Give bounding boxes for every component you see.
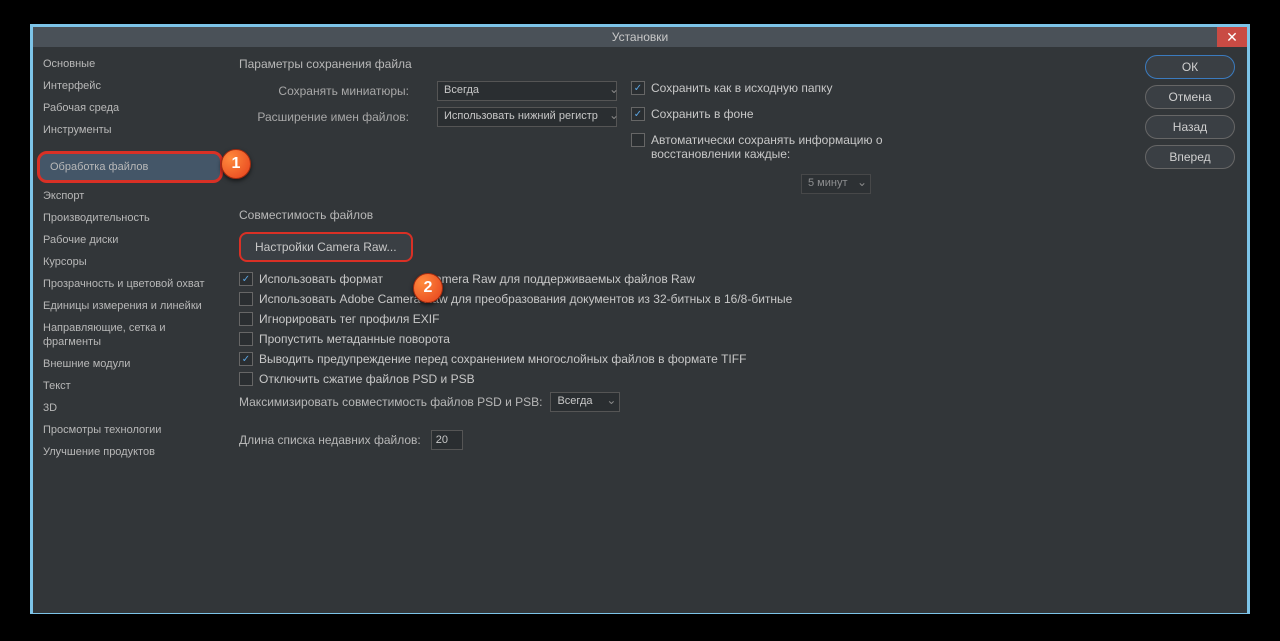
auto-save-checkbox[interactable] xyxy=(631,133,645,147)
save-background-label: Сохранить в фоне xyxy=(651,107,754,121)
warn-tiff-label: Выводить предупреждение перед сохранение… xyxy=(259,352,746,366)
skip-rotate-checkbox[interactable] xyxy=(239,332,253,346)
recent-files-input[interactable] xyxy=(431,430,463,450)
auto-save-label: Автоматически сохранять информацию о вос… xyxy=(651,133,911,161)
ignore-exif-checkbox[interactable] xyxy=(239,312,253,326)
sidebar-item-type[interactable]: Текст xyxy=(33,375,227,397)
sidebar-item-tech-previews[interactable]: Просмотры технологии xyxy=(33,419,227,441)
use-camera-raw-checkbox[interactable] xyxy=(239,272,253,286)
disable-psd-label: Отключить сжатие файлов PSD и PSB xyxy=(259,372,475,386)
camera-raw-settings-button[interactable]: Настройки Camera Raw... xyxy=(239,232,413,262)
ignore-exif-row[interactable]: Игнорировать тег профиля EXIF xyxy=(239,312,1125,326)
use-adobe-camera-raw-row[interactable]: Использовать Adobe Camera Raw для преобр… xyxy=(239,292,1125,306)
max-compat-select[interactable]: Всегда xyxy=(550,392,620,412)
max-compat-label: Максимизировать совместимость файлов PSD… xyxy=(239,395,542,409)
compat-section: Совместимость файлов Настройки Camera Ra… xyxy=(239,208,1125,412)
recent-files-label: Длина списка недавних файлов: xyxy=(239,433,421,447)
close-button[interactable]: ✕ xyxy=(1217,27,1247,47)
forward-button[interactable]: Вперед xyxy=(1145,145,1235,169)
ext-label: Расширение имен файлов: xyxy=(239,110,419,124)
sidebar-item-file-handling[interactable]: Обработка файлов xyxy=(37,151,223,183)
save-background-row[interactable]: Сохранить в фоне xyxy=(631,107,1125,121)
cancel-button[interactable]: Отмена xyxy=(1145,85,1235,109)
titlebar: Установки ✕ xyxy=(33,27,1247,47)
save-original-row[interactable]: Сохранить как в исходную папку xyxy=(631,81,1125,95)
window-title: Установки xyxy=(612,30,668,44)
sidebar: Основные Интерфейс Рабочая среда Инструм… xyxy=(33,47,227,613)
main-panel: Параметры сохранения файла Сохранять мин… xyxy=(227,47,1137,613)
save-background-checkbox[interactable] xyxy=(631,107,645,121)
sidebar-item-guides[interactable]: Направляющие, сетка и фрагменты xyxy=(33,317,227,353)
sidebar-item-general[interactable]: Основные xyxy=(33,53,227,75)
sidebar-item-hidden[interactable] xyxy=(33,141,227,149)
sidebar-item-scratch-disks[interactable]: Рабочие диски xyxy=(33,229,227,251)
save-section-title: Параметры сохранения файла xyxy=(239,57,1125,71)
sidebar-item-workspace[interactable]: Рабочая среда xyxy=(33,97,227,119)
sidebar-item-export[interactable]: Экспорт xyxy=(33,185,227,207)
warn-tiff-checkbox[interactable] xyxy=(239,352,253,366)
ok-button[interactable]: ОК xyxy=(1145,55,1235,79)
compat-section-title: Совместимость файлов xyxy=(239,208,1125,222)
sidebar-item-product-improve[interactable]: Улучшение продуктов xyxy=(33,441,227,463)
auto-interval-select[interactable]: 5 минут xyxy=(801,174,871,194)
right-buttons: ОК Отмена Назад Вперед xyxy=(1137,47,1247,613)
ext-select[interactable]: Использовать нижний регистр xyxy=(437,107,617,127)
use-adobe-camera-raw-checkbox[interactable] xyxy=(239,292,253,306)
sidebar-item-units[interactable]: Единицы измерения и линейки xyxy=(33,295,227,317)
disable-psd-row[interactable]: Отключить сжатие файлов PSD и PSB xyxy=(239,372,1125,386)
use-adobe-camera-raw-label: Использовать Adobe Camera Raw для преобр… xyxy=(259,292,792,306)
warn-tiff-row[interactable]: Выводить предупреждение перед сохранение… xyxy=(239,352,1125,366)
sidebar-item-plugins[interactable]: Внешние модули xyxy=(33,353,227,375)
sidebar-item-transparency[interactable]: Прозрачность и цветовой охват xyxy=(33,273,227,295)
disable-psd-checkbox[interactable] xyxy=(239,372,253,386)
thumb-label: Сохранять миниатюры: xyxy=(239,84,419,98)
save-original-label: Сохранить как в исходную папку xyxy=(651,81,832,95)
thumb-select[interactable]: Всегда xyxy=(437,81,617,101)
ignore-exif-label: Игнорировать тег профиля EXIF xyxy=(259,312,439,326)
use-camera-raw-label: Использовать формат Camera Raw для подде… xyxy=(259,272,695,286)
sidebar-item-cursors[interactable]: Курсоры xyxy=(33,251,227,273)
auto-save-row[interactable]: Автоматически сохранять информацию о вос… xyxy=(631,133,1125,161)
annotation-marker-1: 1 xyxy=(221,149,251,179)
skip-rotate-row[interactable]: Пропустить метаданные поворота xyxy=(239,332,1125,346)
sidebar-item-interface[interactable]: Интерфейс xyxy=(33,75,227,97)
save-original-checkbox[interactable] xyxy=(631,81,645,95)
annotation-marker-2: 2 xyxy=(413,273,443,303)
use-camera-raw-row[interactable]: Использовать формат Camera Raw для подде… xyxy=(239,272,1125,286)
back-button[interactable]: Назад xyxy=(1145,115,1235,139)
sidebar-item-performance[interactable]: Производительность xyxy=(33,207,227,229)
save-options-section: Параметры сохранения файла Сохранять мин… xyxy=(239,57,1125,194)
sidebar-item-3d[interactable]: 3D xyxy=(33,397,227,419)
skip-rotate-label: Пропустить метаданные поворота xyxy=(259,332,450,346)
sidebar-item-tools[interactable]: Инструменты xyxy=(33,119,227,141)
